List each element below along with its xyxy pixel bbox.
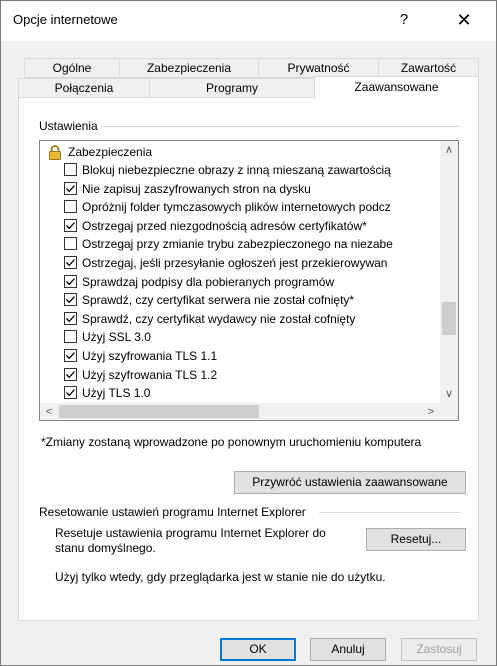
restart-note: *Zmiany zostaną wprowadzone po ponownym … — [41, 435, 422, 449]
title-bar[interactable]: Opcje internetowe ? ✕ — [1, 1, 496, 41]
advanced-tab-panel: Ustawienia Zabezpieczenia Blokuj niebezp… — [18, 97, 479, 621]
horizontal-scrollbar[interactable]: < > — [40, 403, 440, 420]
category-label: Zabezpieczenia — [68, 145, 153, 159]
reset-description: Resetuje ustawienia programu Internet Ex… — [55, 526, 326, 555]
internet-options-dialog: Opcje internetowe ? ✕ Ogólne Zabezpiecze… — [0, 0, 497, 666]
cancel-button[interactable]: Anuluj — [310, 638, 386, 661]
ok-button[interactable]: OK — [220, 638, 296, 661]
setting-label: Ostrzegaj przed niezgodnością adresów ce… — [82, 218, 367, 233]
settings-list: Zabezpieczenia Blokuj niebezpieczne obra… — [40, 141, 440, 403]
reset-warning: Użyj tylko wtedy, gdy przeglądarka jest … — [55, 570, 386, 584]
scroll-right-arrow-icon[interactable]: > — [422, 403, 440, 420]
padlock-icon — [48, 145, 62, 165]
tab-privacy[interactable]: Prywatność — [258, 58, 379, 78]
settings-group-label: Ustawienia — [39, 119, 102, 133]
checkbox-checked[interactable] — [64, 311, 77, 325]
setting-label: Opróżnij folder tymczasowych plików inte… — [82, 200, 391, 215]
tab-connections[interactable]: Połączenia — [18, 78, 150, 98]
setting-label: Sprawdzaj podpisy dla pobieranych progra… — [82, 274, 335, 289]
checkbox-unchecked[interactable] — [64, 330, 77, 344]
checkbox-unchecked[interactable] — [64, 200, 77, 214]
reset-button[interactable]: Resetuj... — [366, 528, 466, 551]
checkbox-checked[interactable] — [64, 274, 77, 288]
tab-general[interactable]: Ogólne — [24, 58, 120, 78]
vertical-scroll-thumb[interactable] — [442, 302, 456, 335]
checkbox-unchecked[interactable] — [64, 237, 77, 251]
reset-group-divider — [319, 512, 461, 513]
close-button[interactable]: ✕ — [441, 1, 487, 41]
dialog-title: Opcje internetowe — [13, 12, 118, 27]
setting-label: Ostrzegaj przy zmianie trybu zabezpieczo… — [82, 237, 393, 252]
setting-label: Użyj SSL 3.0 — [82, 330, 151, 345]
tab-content[interactable]: Zawartość — [378, 58, 479, 78]
checkbox-checked[interactable] — [64, 386, 77, 400]
horizontal-scroll-thumb[interactable] — [59, 405, 259, 418]
tab-security[interactable]: Zabezpieczenia — [119, 58, 259, 78]
checkbox-checked[interactable] — [64, 218, 77, 232]
checkbox-checked[interactable] — [64, 349, 77, 362]
setting-label: Użyj TLS 1.0 — [82, 386, 151, 401]
checkbox-unchecked[interactable] — [64, 163, 77, 176]
checkbox-checked[interactable] — [64, 181, 77, 195]
setting-label: Sprawdź, czy certyfikat serwera nie zost… — [82, 293, 355, 308]
setting-label: Użyj szyfrowania TLS 1.1 — [82, 349, 218, 363]
scroll-up-arrow-icon[interactable]: ∧ — [440, 141, 458, 159]
setting-label: Sprawdź, czy certyfikat wydawcy nie zost… — [82, 311, 356, 326]
setting-label: Ostrzegaj, jeśli przesyłanie ogłoszeń je… — [82, 256, 388, 270]
restore-advanced-settings-button[interactable]: Przywróć ustawienia zaawansowane — [234, 471, 466, 494]
settings-listbox[interactable]: Zabezpieczenia Blokuj niebezpieczne obra… — [39, 140, 459, 421]
scroll-down-arrow-icon[interactable]: ∨ — [440, 385, 458, 403]
checkbox-checked[interactable] — [64, 367, 77, 381]
reset-group-label: Resetowanie ustawień programu Internet E… — [39, 505, 310, 519]
checkbox-checked[interactable] — [64, 293, 77, 307]
checkbox-checked[interactable] — [64, 256, 77, 269]
setting-label: Użyj szyfrowania TLS 1.2 — [82, 367, 218, 382]
help-button[interactable]: ? — [381, 1, 427, 41]
tab-advanced[interactable]: Zaawansowane — [314, 76, 479, 99]
apply-button[interactable]: Zastosuj — [401, 638, 477, 661]
setting-label: Blokuj niebezpieczne obrazy z inną miesz… — [82, 163, 391, 177]
vertical-scrollbar[interactable]: ∧ ∨ — [440, 141, 458, 403]
scrollbar-corner — [440, 403, 458, 420]
setting-label: Nie zapisuj zaszyfrowanych stron na dysk… — [82, 181, 311, 196]
scroll-left-arrow-icon[interactable]: < — [40, 403, 58, 420]
settings-group-divider — [89, 126, 461, 127]
tab-programs[interactable]: Programy — [149, 78, 315, 98]
